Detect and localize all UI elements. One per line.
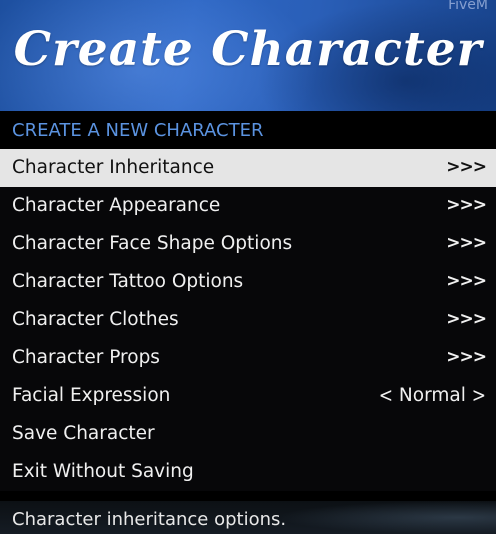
menu-item-save-character[interactable]: Save Character xyxy=(0,415,496,453)
menu-item-character-appearance[interactable]: Character Appearance >>> xyxy=(0,187,496,225)
menu-description: Character inheritance options. xyxy=(12,509,287,530)
menu-list: Character Inheritance >>> Character Appe… xyxy=(0,149,496,491)
submenu-arrows-icon: >>> xyxy=(446,195,487,215)
submenu-arrows-icon: >>> xyxy=(446,347,487,367)
menu-item-label: Character Appearance xyxy=(12,195,221,216)
submenu-arrows-icon: >>> xyxy=(446,309,487,329)
menu-subtitle: CREATE A NEW CHARACTER xyxy=(12,120,264,141)
chevron-right-icon[interactable]: > xyxy=(472,384,486,408)
menu-divider xyxy=(0,491,496,501)
menu-item-character-clothes[interactable]: Character Clothes >>> xyxy=(0,301,496,339)
menu-item-face-shape-options[interactable]: Character Face Shape Options >>> xyxy=(0,225,496,263)
menu-item-exit-without-saving[interactable]: Exit Without Saving xyxy=(0,453,496,491)
menu-description-box: Character inheritance options. xyxy=(0,501,496,534)
submenu-arrows-icon: >>> xyxy=(446,233,487,253)
menu-subtitle-bar: CREATE A NEW CHARACTER xyxy=(0,111,496,149)
menu-item-label: Character Face Shape Options xyxy=(12,233,293,254)
menu-item-label: Save Character xyxy=(12,423,155,444)
chevron-left-icon[interactable]: < xyxy=(379,384,393,408)
fivem-watermark: FiveM xyxy=(448,0,488,13)
menu-item-label: Character Props xyxy=(12,347,160,368)
menu-item-facial-expression[interactable]: Facial Expression < Normal > xyxy=(0,377,496,415)
menu-item-character-props[interactable]: Character Props >>> xyxy=(0,339,496,377)
submenu-arrows-icon: >>> xyxy=(446,157,487,177)
menu-title: Create Character xyxy=(13,22,483,77)
menu-item-tattoo-options[interactable]: Character Tattoo Options >>> xyxy=(0,263,496,301)
menu-banner: FiveM Create Character xyxy=(0,0,496,111)
menu-item-label: Exit Without Saving xyxy=(12,461,194,482)
menu-item-label: Character Inheritance xyxy=(12,157,215,178)
facial-expression-value: Normal xyxy=(398,385,466,406)
submenu-arrows-icon: >>> xyxy=(446,271,487,291)
menu-item-label: Facial Expression xyxy=(12,385,171,406)
facial-expression-selector[interactable]: < Normal > xyxy=(379,384,486,408)
menu-item-character-inheritance[interactable]: Character Inheritance >>> xyxy=(0,149,496,187)
menu-item-label: Character Tattoo Options xyxy=(12,271,244,292)
menu-item-label: Character Clothes xyxy=(12,309,179,330)
